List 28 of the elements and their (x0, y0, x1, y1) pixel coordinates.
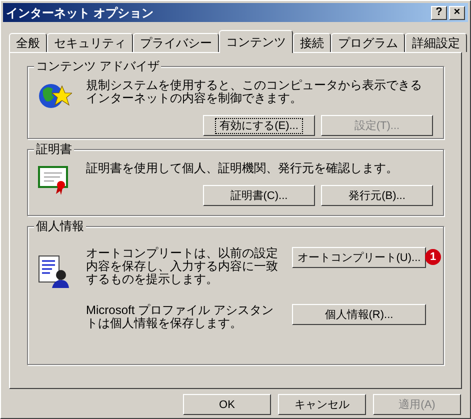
tab[interactable]: プライバシー (133, 33, 219, 52)
group-title: 証明書 (34, 142, 74, 156)
help-button[interactable]: ? (431, 6, 447, 20)
close-button[interactable]: × (449, 6, 465, 20)
certificate-icon (38, 164, 70, 196)
number-badge: 1 (425, 249, 441, 265)
dialog-button[interactable]: 個人情報(R)... (292, 304, 426, 325)
window-title: インターネット オプション (6, 6, 154, 18)
dialog-button[interactable]: 有効にする(E)... (203, 115, 315, 136)
globe-star-icon (38, 81, 72, 109)
tab[interactable]: セキュリティ (47, 33, 133, 52)
document-person-icon (38, 255, 70, 289)
dialog-button[interactable]: 発行元(B)... (321, 185, 433, 206)
dialog-button[interactable]: OK (183, 394, 271, 415)
description-text: 規制システムを使用すると、このコンピュータから表示できるインターネットの内容を制御できます。 (86, 79, 423, 105)
description-text: Microsoft プロファイル アシスタントは個人情報を保存します。 (86, 304, 274, 330)
description-text: オートコンプリートは、以前の設定内容を保存し、入力する内容に一致するものを提示します。 (86, 247, 279, 286)
tab[interactable]: 詳細設定 (405, 33, 467, 52)
group-title: 個人情報 (34, 219, 86, 233)
group-title: コンテンツ アドバイザ (34, 59, 162, 73)
tab[interactable]: プログラム (331, 33, 405, 52)
tab[interactable]: コンテンツ (219, 30, 293, 53)
dialog-button[interactable]: オートコンプリート(U)... (292, 247, 426, 268)
tab[interactable]: 接続 (293, 33, 331, 52)
description-text: 証明書を使用して個人、証明機関、発行元を確認します。 (86, 162, 399, 175)
dialog-button[interactable]: キャンセル (278, 394, 366, 415)
dialog-button[interactable]: 証明書(C)... (203, 185, 315, 206)
tab[interactable]: 全般 (9, 33, 47, 52)
